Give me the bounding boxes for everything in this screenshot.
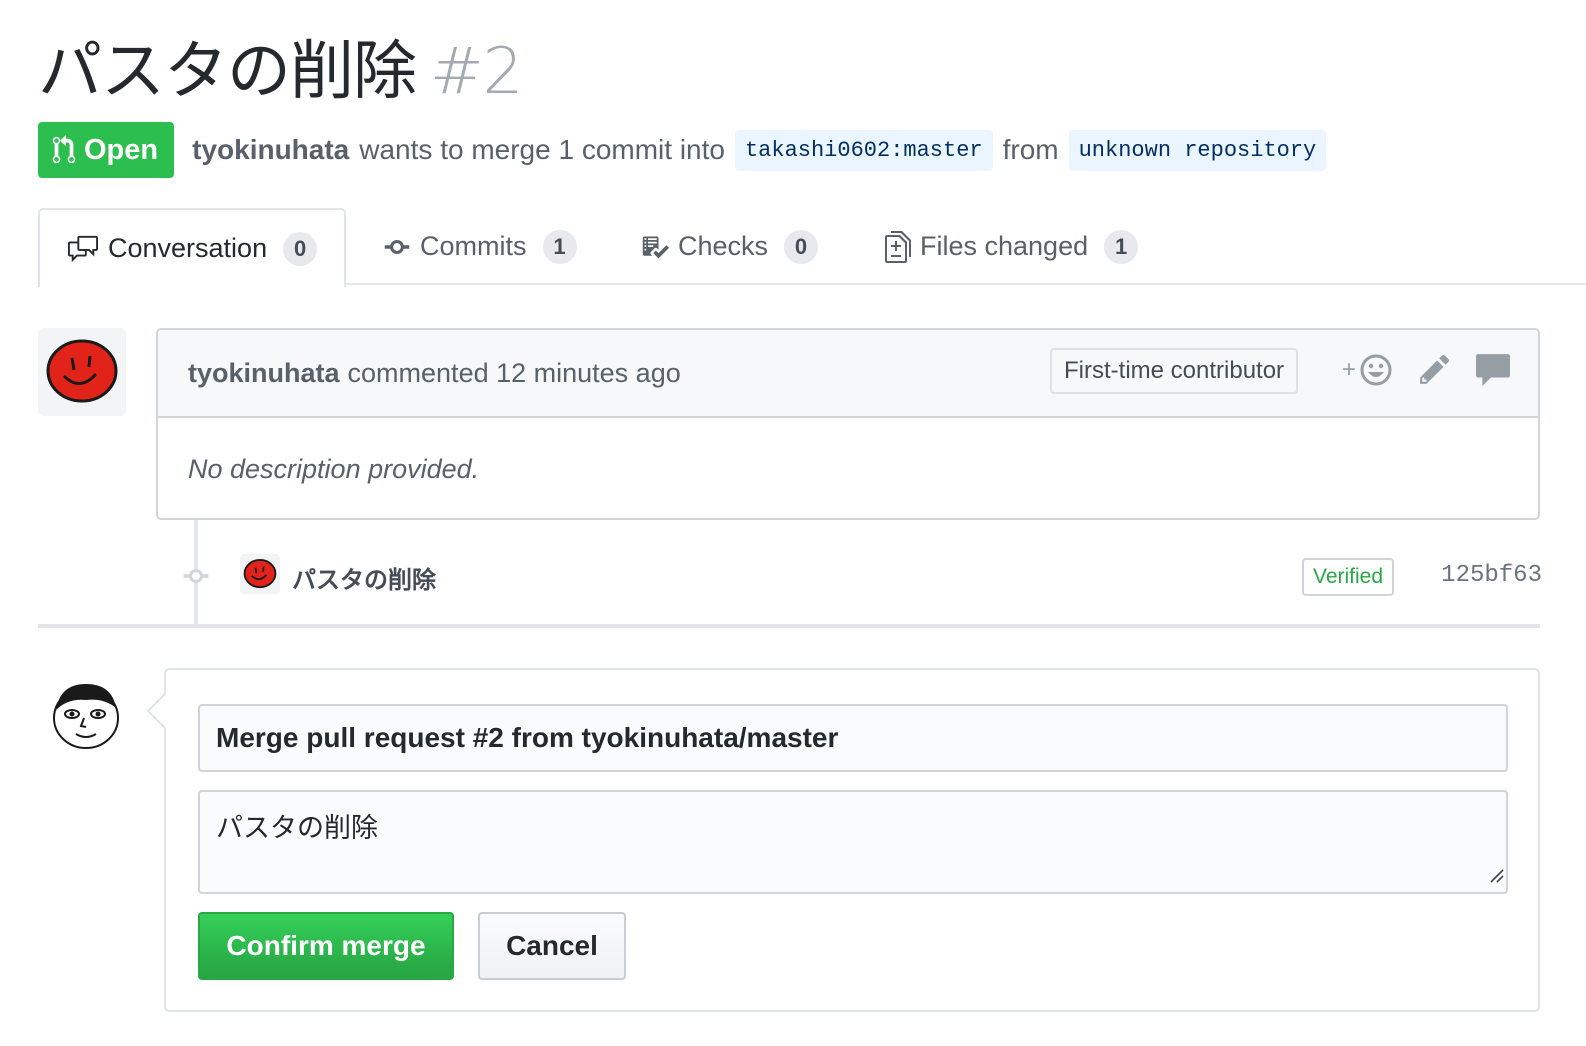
merge-title-input[interactable]: Merge pull request #2 from tyokinuhata/m… <box>198 704 1508 772</box>
pr-summary: tyokinuhata wants to merge 1 commit into… <box>192 129 1336 171</box>
comment-card: tyokinuhata commented 12 minutes ago Fir… <box>156 328 1540 520</box>
smiley-avatar-icon <box>46 339 118 403</box>
tab-counter: 0 <box>784 229 819 264</box>
comment-body: No description provided. <box>188 454 480 484</box>
merge-message-textarea[interactable]: パスタの削除 <box>198 790 1508 894</box>
tab-label: Commits <box>420 231 527 261</box>
pr-meta: Open tyokinuhata wants to merge 1 commit… <box>38 122 1336 178</box>
resize-handle-icon[interactable] <box>1486 859 1504 890</box>
tab-counter: 1 <box>542 229 577 264</box>
git-commit-icon <box>180 562 212 595</box>
tab-label: Conversation <box>108 233 268 263</box>
merge-message-text: パスタの削除 <box>216 813 378 844</box>
pr-author-link[interactable]: tyokinuhata <box>192 134 349 166</box>
tab-label: Checks <box>678 231 769 261</box>
comment-author[interactable]: tyokinuhata <box>188 358 340 389</box>
comment-header: tyokinuhata commented 12 minutes ago Fir… <box>158 330 1538 418</box>
comment-timestamp: commented 12 minutes ago <box>347 357 681 388</box>
commit-message-link[interactable]: パスタの削除 <box>292 560 436 595</box>
svg-text:+: + <box>1342 356 1356 383</box>
smiley-avatar-icon <box>243 559 277 589</box>
face-avatar-icon <box>53 684 119 749</box>
tab-files-changed[interactable]: Files changed 1 <box>884 208 1139 285</box>
verified-badge[interactable]: Verified <box>1302 558 1395 596</box>
state-badge: Open <box>38 122 175 178</box>
commit-author-avatar[interactable] <box>240 554 280 594</box>
head-branch: unknown repository <box>1068 129 1327 171</box>
tab-counter: 1 <box>1104 229 1139 264</box>
contributor-label: First-time contributor <box>1050 348 1299 394</box>
pr-tabs: Conversation 0 Commits 1 Checks 0 Files … <box>38 208 1586 287</box>
from-text: from <box>1002 134 1059 165</box>
comment-discussion-icon <box>66 234 100 264</box>
diff-icon <box>884 230 912 263</box>
add-reaction-icon[interactable]: + <box>1342 352 1396 388</box>
pr-number: #2 <box>430 35 523 109</box>
merge-form: Merge pull request #2 from tyokinuhata/m… <box>146 668 1540 1012</box>
pr-summary-text: wants to merge 1 commit into <box>359 134 725 165</box>
tab-conversation[interactable]: Conversation 0 <box>38 208 346 287</box>
checklist-icon <box>640 233 670 261</box>
avatar[interactable] <box>38 328 126 416</box>
commit-sha-link[interactable]: 125bf63 <box>1441 562 1542 589</box>
timeline-divider <box>38 624 1540 628</box>
tab-counter: 0 <box>283 231 318 266</box>
report-icon[interactable] <box>1476 352 1510 386</box>
commit-row: パスタの削除 Verified 125bf63 <box>180 552 1542 600</box>
state-label: Open <box>84 133 159 166</box>
tab-checks[interactable]: Checks 0 <box>640 208 819 285</box>
pr-title: パスタの削除 <box>38 35 417 109</box>
git-pull-request-icon <box>52 135 76 164</box>
speech-caret <box>146 692 184 730</box>
confirm-merge-button[interactable]: Confirm merge <box>198 912 454 980</box>
pencil-icon[interactable] <box>1420 352 1450 386</box>
tab-commits[interactable]: Commits 1 <box>382 208 577 285</box>
current-user-avatar[interactable] <box>44 680 126 752</box>
git-commit-icon <box>382 233 412 261</box>
base-branch[interactable]: takashi0602:master <box>734 129 993 171</box>
cancel-button[interactable]: Cancel <box>478 912 626 980</box>
tab-label: Files changed <box>920 231 1089 261</box>
pr-title-line: パスタの削除 #2 <box>38 30 523 114</box>
